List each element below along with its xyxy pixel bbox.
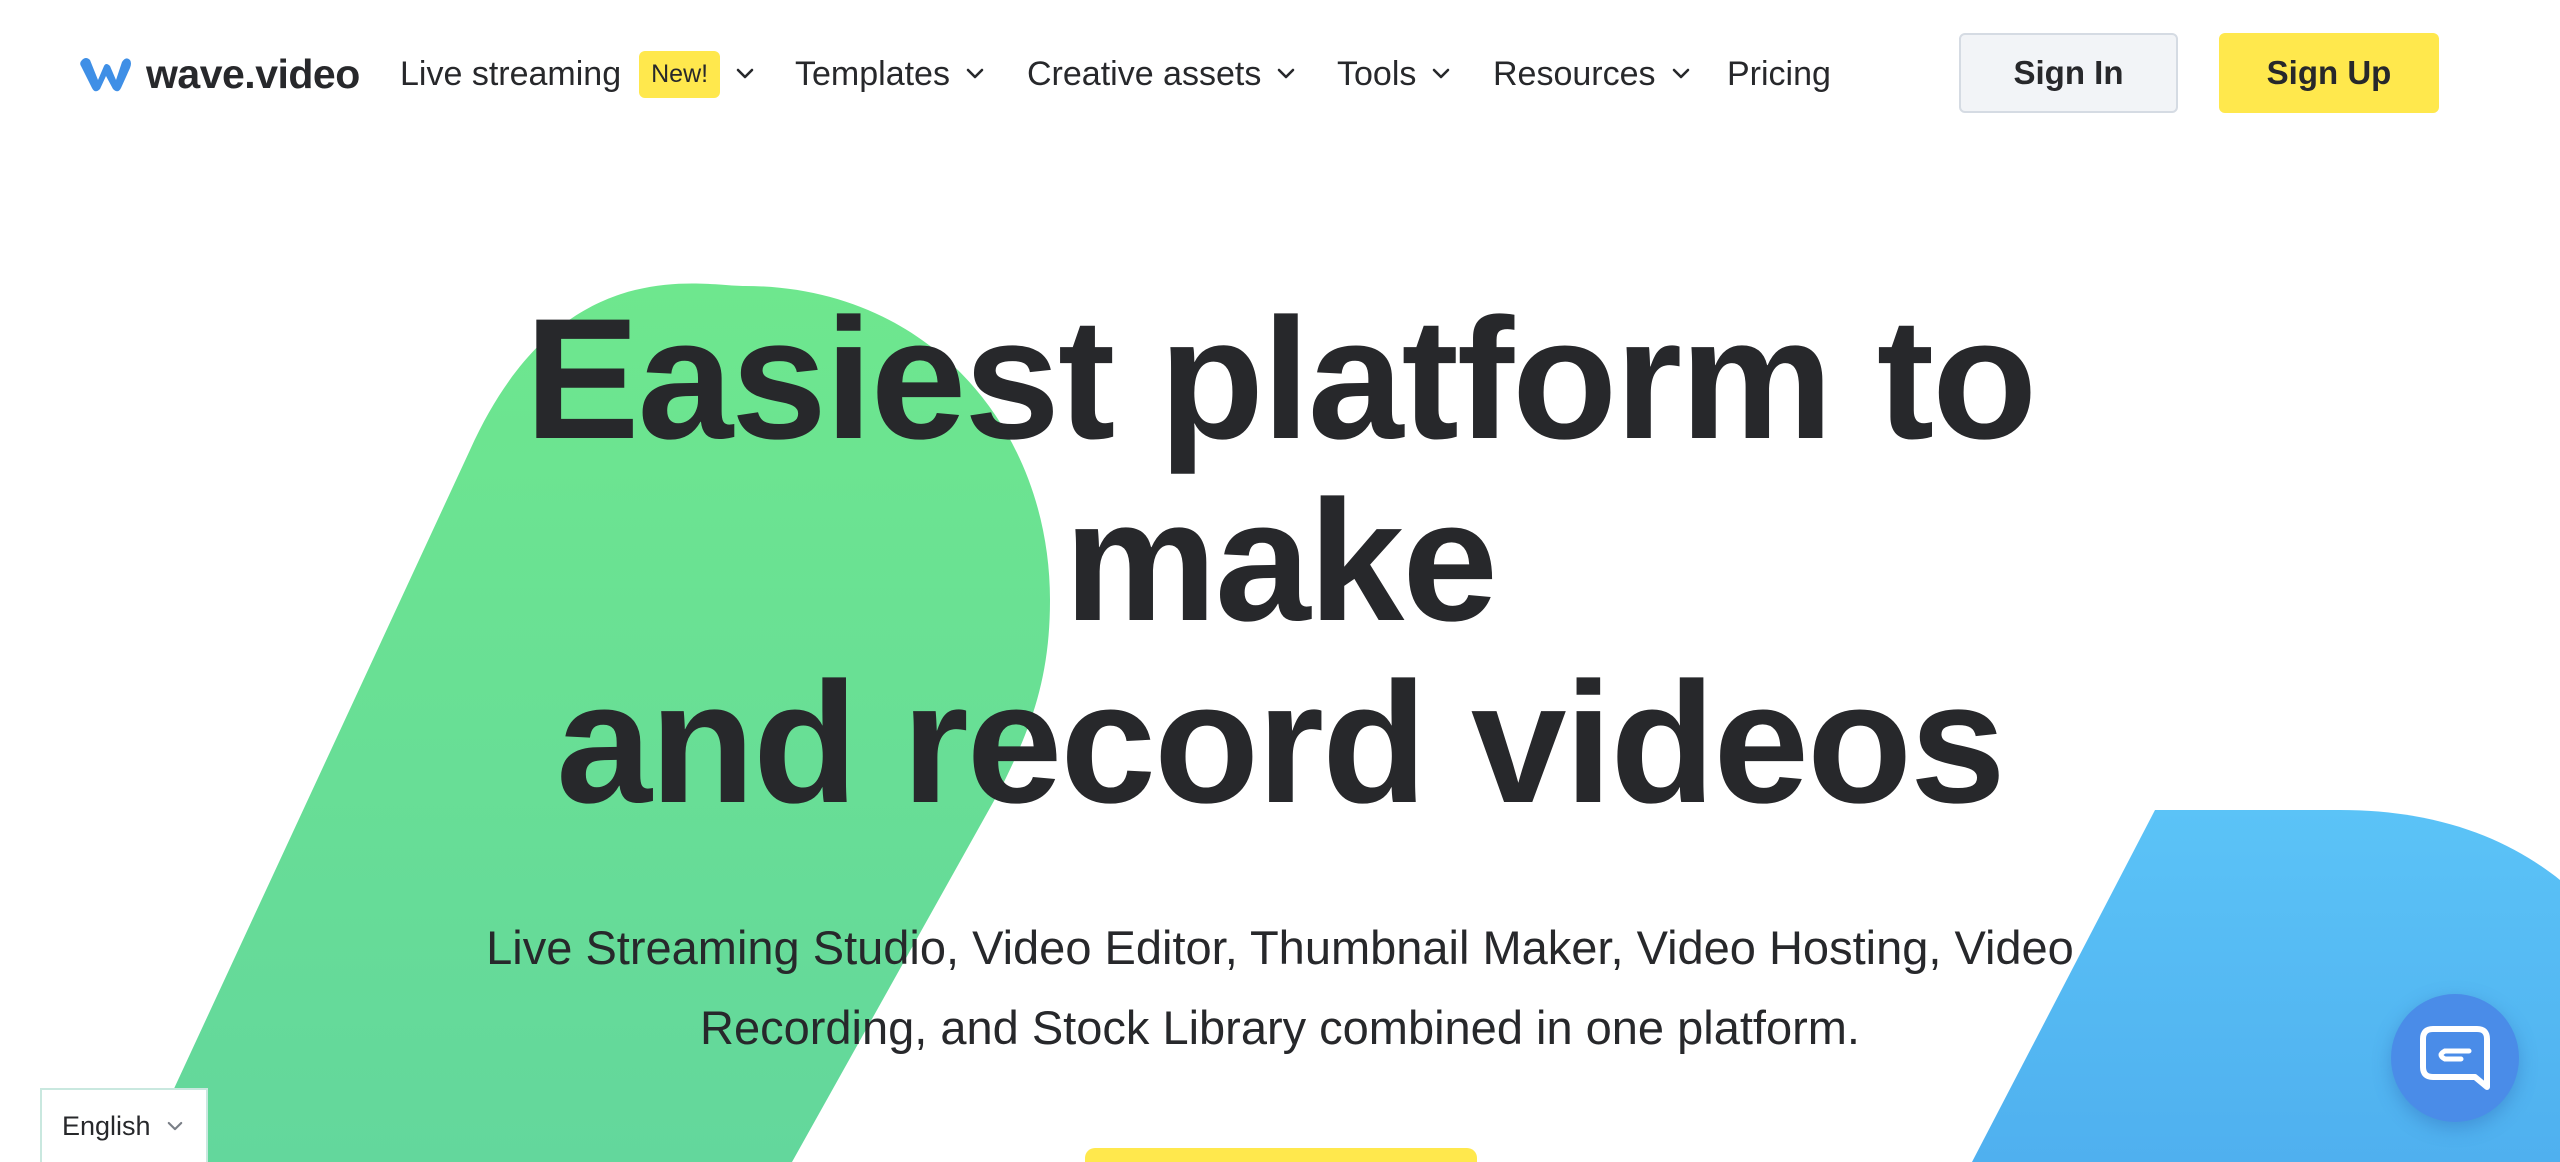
nav-item-label: Templates [795, 54, 950, 93]
nav-item-live-streaming[interactable]: Live streaming New! [400, 50, 754, 98]
nav-item-creative-assets[interactable]: Creative assets [1027, 52, 1295, 96]
hero-subtitle-line: Recording, and Stock Library combined in… [700, 1001, 1860, 1054]
chat-button[interactable] [2391, 994, 2519, 1122]
hero-title: Easiest platform to make and record vide… [380, 288, 2180, 834]
chevron-down-icon [167, 1121, 182, 1130]
nav-item-tools[interactable]: Tools [1337, 52, 1450, 96]
nav-item-label: Creative assets [1027, 54, 1262, 93]
chat-bubble-icon [2420, 1026, 2490, 1090]
chevron-down-icon [966, 68, 984, 79]
chevron-down-icon [1433, 68, 1450, 79]
hero-cta-button[interactable] [1085, 1148, 1477, 1162]
sign-in-button[interactable]: Sign In [1959, 33, 2178, 113]
wave-video-logo[interactable]: wave.video [78, 50, 360, 98]
wave-logo-icon [80, 58, 131, 92]
hero-title-line: Easiest platform to [524, 283, 2037, 475]
nav-item-resources[interactable]: Resources [1493, 52, 1690, 96]
hero-subtitle: Live Streaming Studio, Video Editor, Thu… [330, 908, 2230, 1068]
language-selector[interactable]: English [40, 1088, 208, 1162]
site-header: wave.video Live streaming New! Templates… [0, 0, 2560, 148]
chevron-down-icon [1278, 68, 1295, 79]
hero-title-line: and record videos [556, 647, 2006, 839]
page: wave.video Live streaming New! Templates… [0, 0, 2560, 1162]
hero-title-line: make [1064, 465, 1498, 657]
nav-item-label: Live streaming [400, 54, 622, 93]
nav-item-templates[interactable]: Templates [795, 52, 984, 96]
hero-subtitle-line: Live Streaming Studio, Video Editor, Thu… [486, 921, 2074, 974]
language-selector-value: English [62, 1110, 151, 1141]
nav-item-label: Pricing [1727, 54, 1831, 93]
nav-item-label: Tools [1337, 54, 1417, 93]
chevron-down-icon [1672, 68, 1689, 79]
logo-text: wave.video [146, 50, 360, 97]
new-badge: New! [639, 50, 721, 98]
chevron-down-icon [736, 68, 754, 79]
nav-item-label: Resources [1493, 54, 1656, 93]
nav-item-pricing[interactable]: Pricing [1727, 52, 1831, 96]
sign-up-button[interactable]: Sign Up [2219, 33, 2439, 113]
